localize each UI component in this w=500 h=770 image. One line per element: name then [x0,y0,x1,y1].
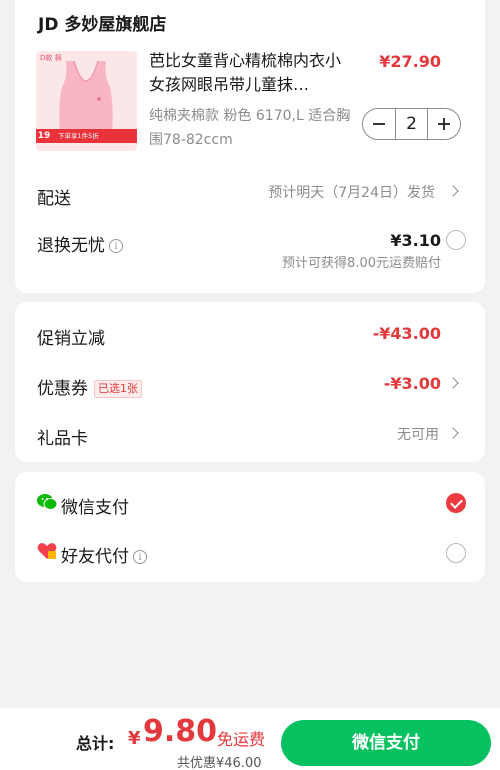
free-shipping-label: 免运费 [217,730,266,749]
return-service-label: 退换无忧 i [37,231,123,256]
coupon-selected-badge: 已选1张 [94,380,142,398]
friend-pay-label-row[interactable]: 好友代付 i [61,542,147,567]
delivery-label: 配送 [37,189,71,209]
thumbnail-badge-number: 19 [36,129,52,143]
plus-icon [438,118,450,130]
product-price: ¥27.90 [379,52,441,71]
minus-icon [373,123,385,125]
wechat-pay-button[interactable]: 微信支付 [281,720,491,766]
gift-card-value[interactable]: 无可用 [397,424,439,444]
decrease-button[interactable] [363,109,395,139]
saved-amount[interactable]: 共优惠¥46.00 [177,752,262,770]
product-spec[interactable]: 纯棉夹棉款 粉色 6170,L 适合胸围78-82ccm [149,104,359,152]
chevron-right-icon[interactable] [447,427,459,439]
return-service-note: 预计可获得8.00元运费赔付 [282,256,441,271]
gift-card-label: 礼品卡 [37,429,88,449]
wechat-pay-radio[interactable] [446,493,466,513]
chevron-right-icon[interactable] [447,377,459,389]
total-currency: ¥ [128,728,141,749]
total-label: 总计: [76,734,115,753]
discount-card: 促销立减 -¥43.00 优惠券 已选1张 -¥3.00 礼品卡 无可用 [15,302,485,462]
coupon-value[interactable]: -¥3.00 [384,374,441,393]
wechat-icon [37,494,57,510]
shop-name[interactable]: JD 多妙屋旗舰店 [38,10,166,35]
thumbnail-badge-text: 下单享1件5折 [52,129,137,143]
coupon-label: 优惠券 [37,379,88,399]
product-name[interactable]: 芭比女童背心精梳棉内衣小女孩网眼吊带儿童抹… [149,49,354,97]
checkout-bar: 总计: ¥ 9.80 免运费 共优惠¥46.00 微信支付 [0,708,500,770]
quantity-stepper: 2 [362,108,461,140]
friend-pay-radio[interactable] [446,543,466,563]
info-icon[interactable]: i [133,550,147,564]
coupon-label-row[interactable]: 优惠券 已选1张 [37,374,142,399]
total-amount: 9.80 [143,714,218,749]
delivery-value[interactable]: 预计明天（7月24日）发货 [268,182,435,202]
wechat-pay-label[interactable]: 微信支付 [61,493,129,518]
increase-button[interactable] [428,109,460,139]
info-icon[interactable]: i [109,239,123,253]
friend-pay-label: 好友代付 [61,547,129,567]
return-service-price: ¥3.10 [390,231,441,250]
return-service-text: 退换无忧 [37,236,105,256]
promotion-value: -¥43.00 [372,324,441,343]
return-service-radio[interactable] [446,230,466,250]
chevron-right-icon[interactable] [447,185,459,197]
order-card: JD 多妙屋旗舰店 D款 棉 19 下单享1件5折 芭比女童背心精梳棉内衣小女孩… [15,0,485,293]
heart-gift-icon [37,543,57,559]
payment-card: 微信支付 好友代付 i [15,472,485,582]
quantity-value[interactable]: 2 [395,109,428,139]
product-thumbnail[interactable]: D款 棉 19 下单享1件5折 [36,51,137,151]
promotion-label: 促销立减 [37,329,105,349]
